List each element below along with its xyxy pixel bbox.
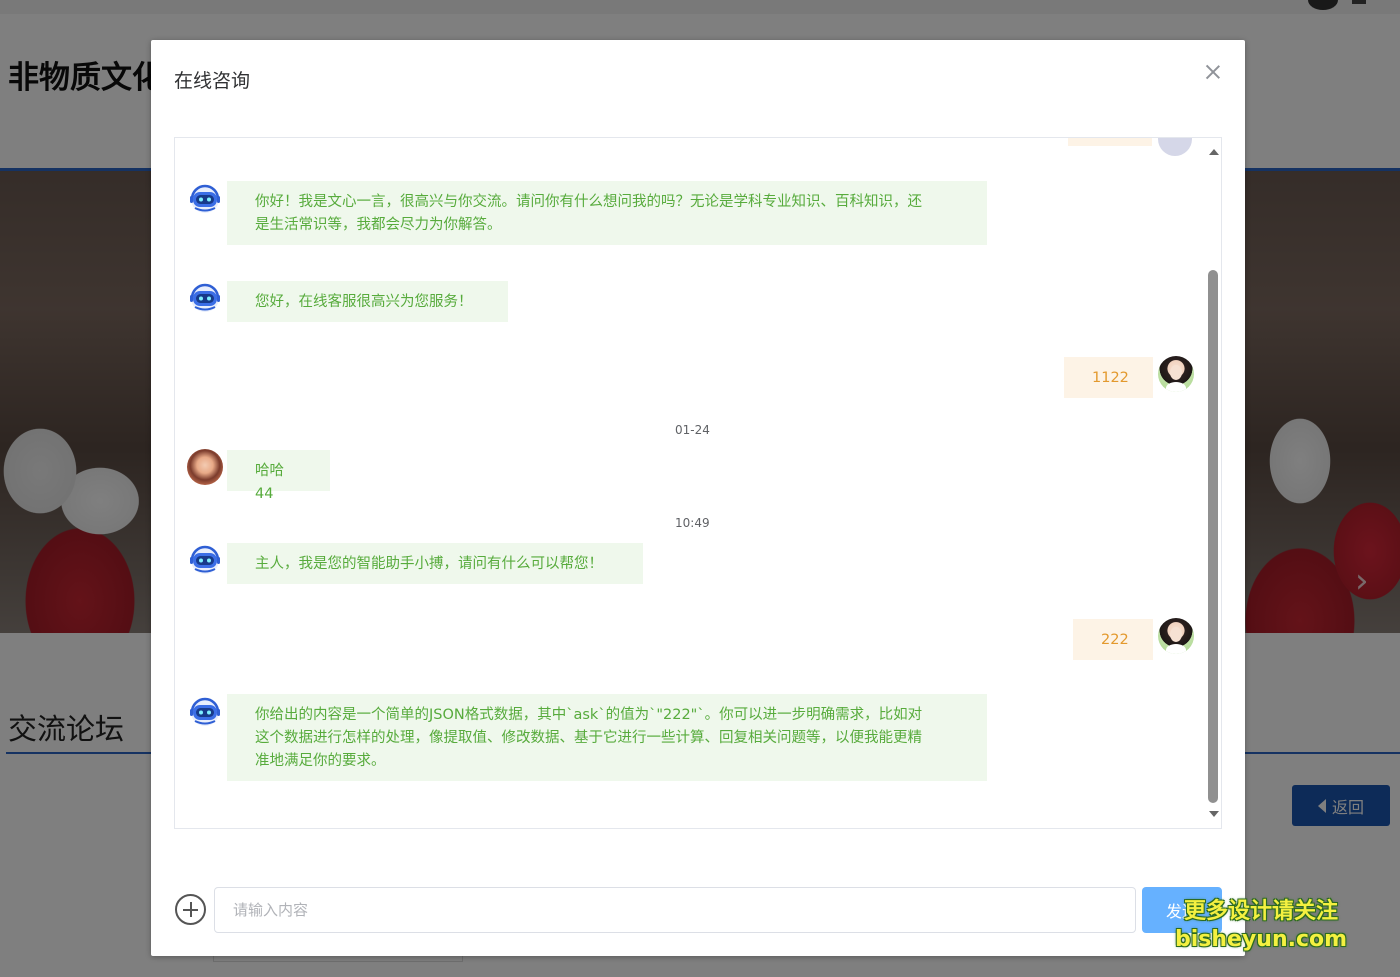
message-line: 这个数据进行怎样的处理，像提取值、修改数据、基于它进行一些计算、回复相关问题等，…	[255, 730, 922, 746]
avatar-body	[1166, 382, 1186, 392]
message-timestamp: 01-24	[675, 423, 710, 437]
message-line: 你好！我是文心一言，很高兴与你交流。请问你有什么想问我的吗？无论是学科专业知识、…	[255, 194, 922, 210]
chat-history[interactable]: 你好！我是文心一言，很高兴与你交流。请问你有什么想问我的吗？无论是学科专业知识、…	[174, 137, 1222, 829]
online-consult-dialog: 在线咨询 你好！我是文心一言，很高兴与你交流。请问你有什么想问我的吗？无论是学科…	[151, 40, 1245, 956]
bot-message: 你好！我是文心一言，很高兴与你交流。请问你有什么想问我的吗？无论是学科专业知识、…	[227, 181, 987, 245]
user-avatar-cut	[1158, 138, 1192, 156]
watermark: 更多设计请关注 bisheyun.com	[1175, 898, 1347, 954]
watermark-line: bisheyun.com	[1175, 927, 1348, 952]
robot-icon	[187, 182, 223, 218]
dialog-title: 在线咨询	[174, 70, 251, 92]
message-line: 您好，在线客服很高兴为您服务！	[255, 294, 473, 310]
message-line: 1122	[1092, 370, 1129, 386]
plus-circle-icon[interactable]	[175, 894, 206, 925]
user-message: 哈哈44	[227, 450, 330, 502]
user-avatar	[1158, 618, 1194, 654]
message-line: 222	[1101, 632, 1129, 648]
chat-scrollbar[interactable]	[1205, 138, 1221, 828]
message-line: 是生活常识等，我都会尽力为你解答。	[255, 217, 502, 233]
bot-message: 主人，我是您的智能助手小搏，请问有什么可以帮您！	[227, 543, 643, 584]
message-line: 你给出的内容是一个简单的JSON格式数据，其中`ask`的值为`"222"`。你…	[255, 707, 923, 723]
user-message: 222	[1073, 619, 1153, 660]
scroll-down-icon[interactable]	[1209, 811, 1219, 817]
message-line: 哈哈44	[255, 463, 284, 502]
robot-icon	[187, 281, 223, 317]
close-icon[interactable]	[1205, 64, 1221, 80]
avatar-face	[1170, 365, 1182, 380]
message-line: 主人，我是您的智能助手小搏，请问有什么可以帮您！	[255, 556, 603, 572]
scrollbar-thumb[interactable]	[1208, 270, 1218, 803]
robot-icon	[187, 695, 223, 731]
other-user-avatar	[187, 449, 223, 485]
watermark-line: 更多设计请关注	[1184, 899, 1339, 924]
bot-message: 您好，在线客服很高兴为您服务！	[227, 281, 508, 322]
message-input[interactable]	[214, 887, 1136, 933]
user-message: 1122	[1064, 357, 1153, 398]
avatar-face	[1170, 627, 1182, 642]
scroll-up-icon[interactable]	[1209, 149, 1219, 155]
message-bubble-cut	[1068, 138, 1152, 146]
avatar-body	[1166, 644, 1186, 654]
bot-message: 你给出的内容是一个简单的JSON格式数据，其中`ask`的值为`"222"`。你…	[227, 694, 987, 781]
user-avatar	[1158, 356, 1194, 392]
robot-icon	[187, 543, 223, 579]
message-timestamp: 10:49	[675, 516, 710, 530]
message-line: 准地满足你的要求。	[255, 753, 386, 769]
